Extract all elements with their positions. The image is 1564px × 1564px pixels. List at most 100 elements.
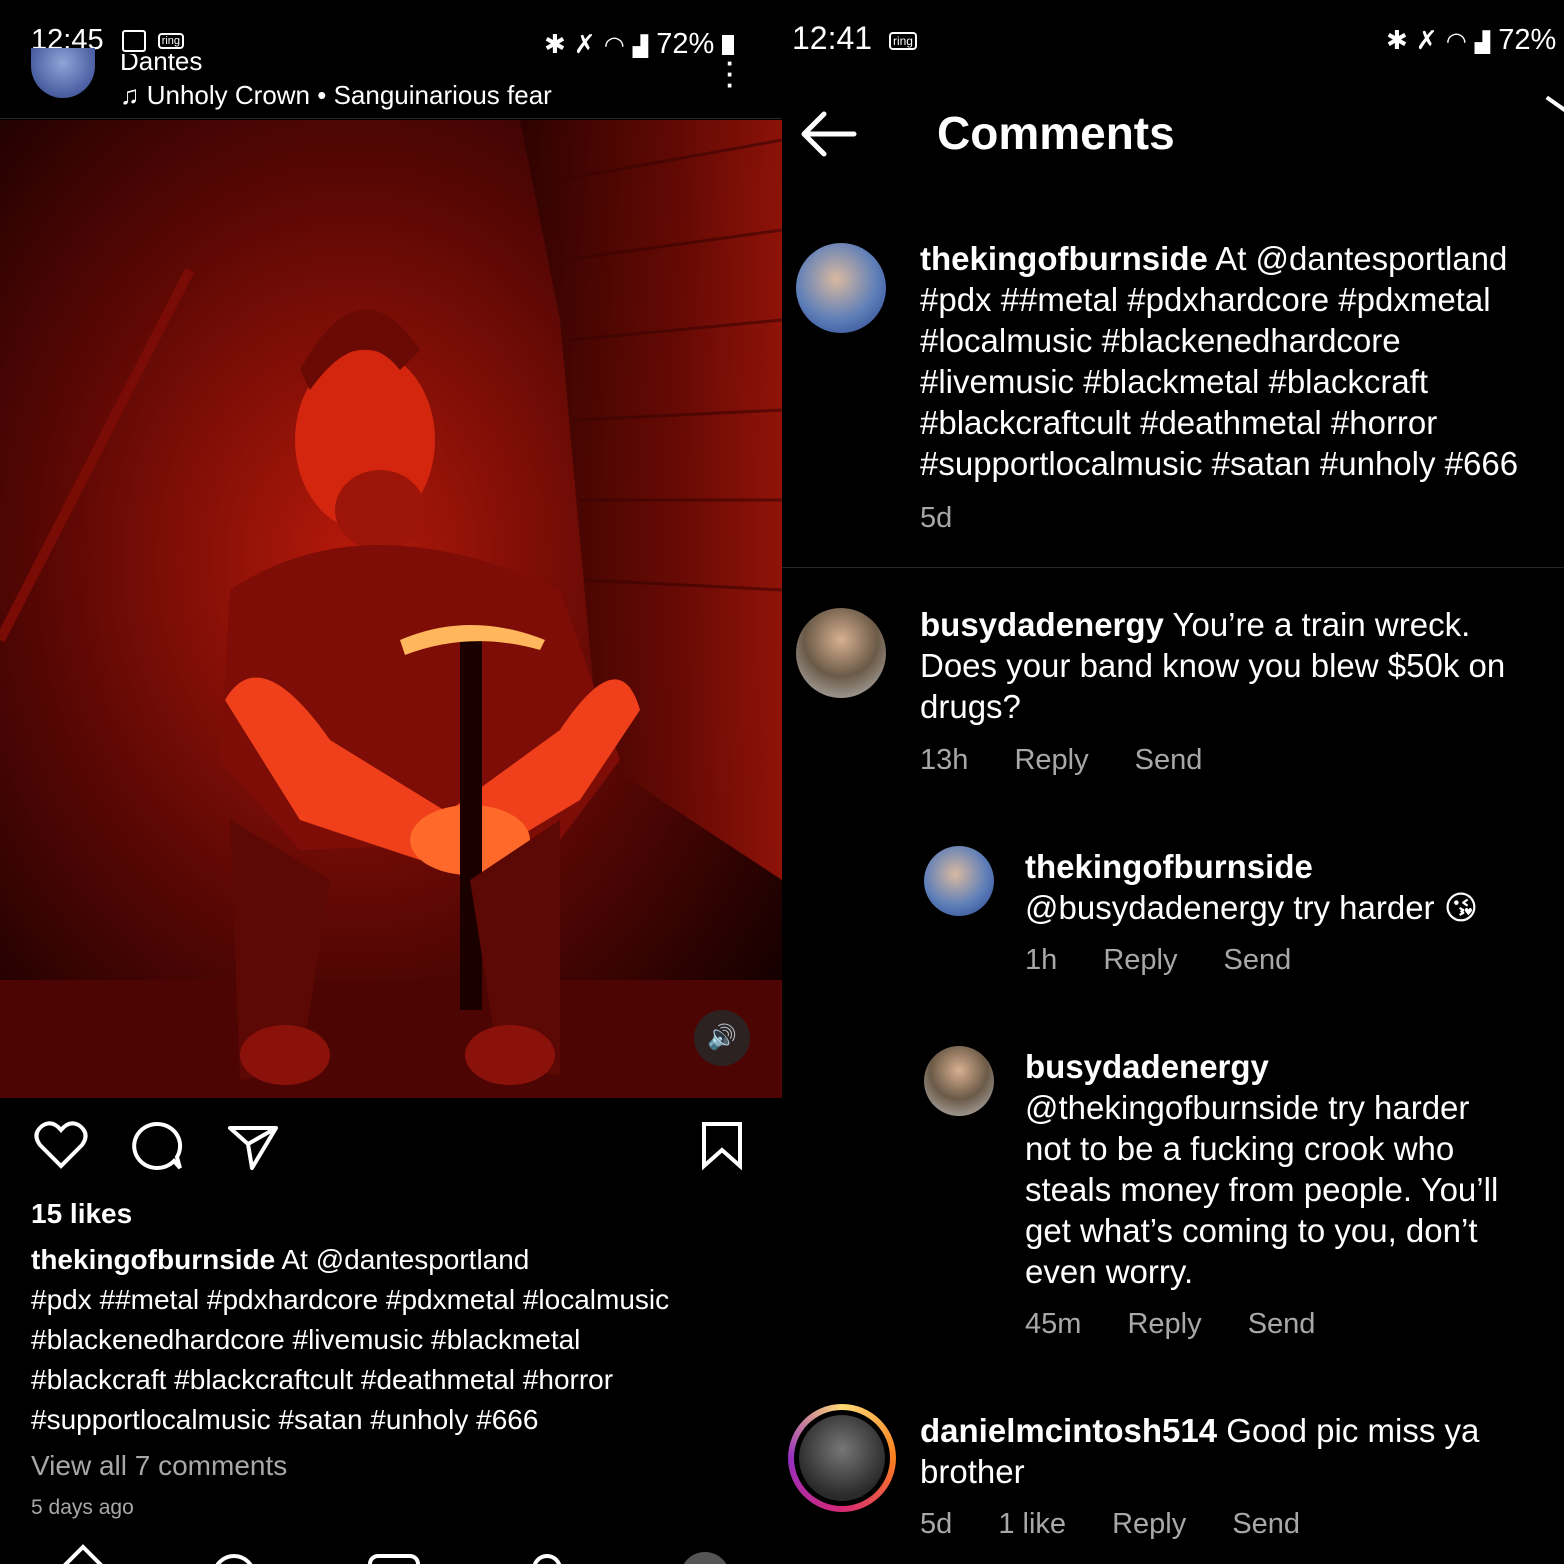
- reply-button[interactable]: Reply: [1014, 744, 1088, 776]
- comment-meta: 45m Reply Send: [1025, 1308, 1353, 1341]
- mute-icon: ✗: [1415, 25, 1438, 55]
- commenter-avatar: [799, 1415, 885, 1501]
- view-all-comments-link[interactable]: View all 7 comments: [31, 1450, 287, 1482]
- bluetooth-icon: ✱: [544, 29, 566, 59]
- post-screen: 12:45 ring ✱ ✗ ◠ ▟ 72% Dantes ♫ Unholy C…: [0, 0, 782, 1564]
- caption-comment: thekingofburnside At @dantesportland #pd…: [920, 238, 1564, 484]
- comment-line: #supportlocalmusic #satan #unholy #666: [920, 445, 1519, 482]
- comment-time: 5d: [920, 1508, 953, 1540]
- comment-username[interactable]: busydadenergy: [1025, 1046, 1555, 1087]
- wifi-icon: ◠: [1445, 28, 1467, 55]
- caption-line: At @dantesportland: [275, 1244, 530, 1275]
- caption-line: #blackenedhardcore #livemusic #blackmeta…: [31, 1324, 581, 1355]
- send-button[interactable]: Send: [1248, 1308, 1316, 1340]
- mute-icon: ✗: [573, 29, 596, 59]
- battery-percent: 72%: [656, 28, 715, 60]
- comments-screen: 12:41 ring ✱ ✗ ◠ ▟ 72% Comments thekingo…: [782, 0, 1564, 1564]
- battery-percent: 72%: [1498, 24, 1557, 56]
- post-caption: thekingofburnside At @dantesportland #pd…: [31, 1240, 771, 1440]
- comment-button[interactable]: [130, 1120, 184, 1177]
- send-button[interactable]: Send: [1224, 944, 1292, 976]
- comment-line: brother: [920, 1453, 1025, 1490]
- post-photo[interactable]: 🔊: [0, 120, 782, 1098]
- shop-nav-icon[interactable]: [532, 1554, 562, 1564]
- status-icons: ✱ ✗ ◠ ▟ 72%: [1386, 24, 1556, 57]
- comment-time: 1h: [1025, 944, 1058, 976]
- comment-line: Good pic miss ya: [1217, 1412, 1480, 1449]
- story-ring[interactable]: [788, 1404, 896, 1512]
- comment-line: At @dantesportland: [1207, 240, 1508, 277]
- comment-username[interactable]: busydadenergy: [920, 606, 1164, 643]
- volume-icon[interactable]: 🔊: [694, 1010, 750, 1066]
- like-button[interactable]: [34, 1120, 88, 1175]
- comment-line: steals money from people. You’ll: [1025, 1171, 1499, 1208]
- send-button[interactable]: Send: [1135, 744, 1203, 776]
- arrow-left-icon: [801, 111, 857, 157]
- comment-meta: 13h Reply Send: [920, 744, 1240, 777]
- author-avatar[interactable]: [31, 48, 95, 98]
- heart-icon: [34, 1121, 88, 1169]
- comment-line: @busydadenergy try harder 😘: [1025, 889, 1479, 926]
- commenter-avatar[interactable]: [924, 1046, 994, 1116]
- comment-likes[interactable]: 1 like: [998, 1508, 1066, 1540]
- music-note-icon: ♫: [120, 80, 140, 110]
- paper-plane-icon: [228, 1126, 278, 1170]
- comment-line: even worry.: [1025, 1253, 1194, 1290]
- page-title: Comments: [937, 107, 1175, 159]
- more-options-icon[interactable]: · · ·: [726, 50, 735, 98]
- status-bar-right: 12:41 ring: [792, 20, 917, 57]
- reply-comment: thekingofburnside @busydadenergy try har…: [1025, 846, 1545, 928]
- commenter-avatar[interactable]: [924, 846, 994, 916]
- caption-avatar[interactable]: [796, 243, 886, 333]
- reply-comment: busydadenergy @thekingofburnside try har…: [1025, 1046, 1555, 1292]
- bookmark-icon: [702, 1122, 742, 1171]
- wifi-icon: ◠: [603, 32, 625, 59]
- share-button[interactable]: [226, 1122, 280, 1177]
- comment-username[interactable]: thekingofburnside: [920, 240, 1208, 277]
- status-icons: ✱ ✗ ◠ ▟ 72%: [544, 28, 735, 61]
- gallery-notification-icon: [121, 30, 146, 53]
- divider: [0, 118, 782, 119]
- send-button[interactable]: Send: [1232, 1508, 1300, 1540]
- comment-bubble-icon: [132, 1121, 183, 1170]
- reply-button[interactable]: Reply: [1127, 1308, 1201, 1340]
- post-photo-art: [0, 120, 782, 1098]
- save-button[interactable]: [700, 1120, 744, 1175]
- comment-line: get what’s coming to you, don’t: [1025, 1212, 1478, 1249]
- likes-count[interactable]: 15 likes: [31, 1198, 132, 1230]
- home-nav-icon[interactable]: [56, 1544, 110, 1564]
- comment-time: 5d: [920, 502, 953, 534]
- profile-nav-avatar[interactable]: [680, 1552, 730, 1564]
- comment: danielmcintosh514 Good pic miss ya broth…: [920, 1410, 1560, 1492]
- back-button[interactable]: [798, 104, 858, 169]
- comment-time: 45m: [1025, 1308, 1082, 1340]
- ring-notification-icon: ring: [888, 31, 917, 50]
- comment-line: #localmusic #blackenedhardcore: [920, 322, 1401, 359]
- reply-button[interactable]: Reply: [1112, 1508, 1186, 1540]
- paper-plane-icon[interactable]: [1545, 95, 1564, 117]
- comment-line: #blackcraftcult #deathmetal #horror: [920, 404, 1438, 441]
- post-time-ago: 5 days ago: [31, 1496, 134, 1519]
- comment-username[interactable]: danielmcintosh514: [920, 1412, 1217, 1449]
- commenter-avatar[interactable]: [796, 608, 886, 698]
- comment-meta: 5d 1 like Reply Send: [920, 1508, 1338, 1541]
- signal-icon: ▟: [632, 36, 649, 58]
- reels-nav-icon[interactable]: [368, 1554, 420, 1564]
- signal-icon: ▟: [1474, 32, 1491, 54]
- comment-line: not to be a fucking crook who: [1025, 1130, 1455, 1167]
- caption-line: #pdx ##metal #pdxhardcore #pdxmetal #loc…: [31, 1284, 670, 1315]
- music-label: Unholy Crown • Sanguinarious fear: [146, 80, 552, 110]
- comment-username[interactable]: thekingofburnside: [1025, 846, 1545, 887]
- comment-line: Does your band know you blew $50k on: [920, 647, 1506, 684]
- search-nav-icon[interactable]: [212, 1554, 256, 1564]
- comment-line: drugs?: [920, 688, 1021, 725]
- comment-line: @thekingofburnside try harder: [1025, 1089, 1470, 1126]
- reply-button[interactable]: Reply: [1103, 944, 1177, 976]
- caption-username[interactable]: thekingofburnside: [31, 1244, 275, 1275]
- clock: 12:41: [792, 20, 873, 56]
- post-location[interactable]: Dantes: [120, 54, 202, 76]
- caption-line: #blackcraft #blackcraftcult #deathmetal …: [31, 1364, 614, 1395]
- ring-notification-icon: ring: [157, 33, 185, 50]
- comment-line: #pdx ##metal #pdxhardcore #pdxmetal: [920, 281, 1491, 318]
- music-row[interactable]: ♫ Unholy Crown • Sanguinarious fear: [120, 80, 552, 111]
